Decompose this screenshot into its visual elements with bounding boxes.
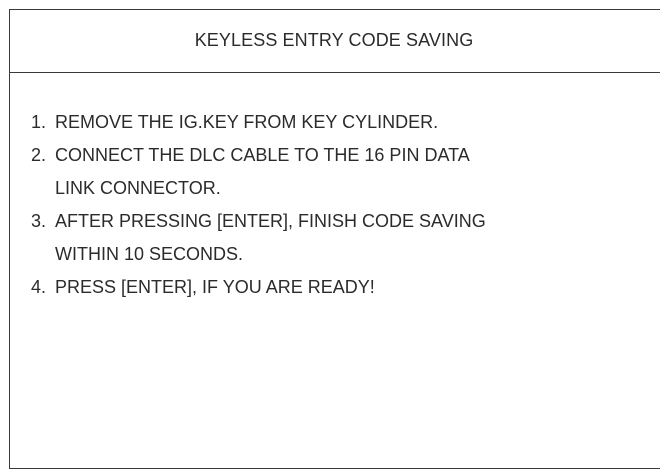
step-number: 1. (31, 112, 47, 132)
step-number: 2. (31, 145, 47, 165)
instruction-list: 1. REMOVE THE IG.KEY FROM KEY CYLINDER. … (31, 106, 660, 304)
step-text: PRESS [ENTER], IF YOU ARE READY! (55, 277, 375, 297)
screen-title: KEYLESS ENTRY CODE SAVING (194, 30, 474, 50)
step-text: AFTER PRESSING [ENTER], FINISH CODE SAVI… (55, 211, 486, 264)
instruction-step-2: 2. CONNECT THE DLC CABLE TO THE 16 PIN D… (31, 139, 660, 205)
step-number: 3. (31, 211, 47, 231)
keyless-entry-screen: KEYLESS ENTRY CODE SAVING 1. REMOVE THE … (9, 9, 660, 469)
title-bar: KEYLESS ENTRY CODE SAVING (10, 10, 660, 73)
instruction-step-1: 1. REMOVE THE IG.KEY FROM KEY CYLINDER. (31, 106, 660, 139)
step-number: 4. (31, 277, 47, 297)
step-text: REMOVE THE IG.KEY FROM KEY CYLINDER. (55, 112, 439, 132)
instruction-step-3: 3. AFTER PRESSING [ENTER], FINISH CODE S… (31, 205, 660, 271)
step-text: CONNECT THE DLC CABLE TO THE 16 PIN DATA… (55, 145, 470, 198)
instruction-step-4: 4. PRESS [ENTER], IF YOU ARE READY! (31, 271, 660, 304)
